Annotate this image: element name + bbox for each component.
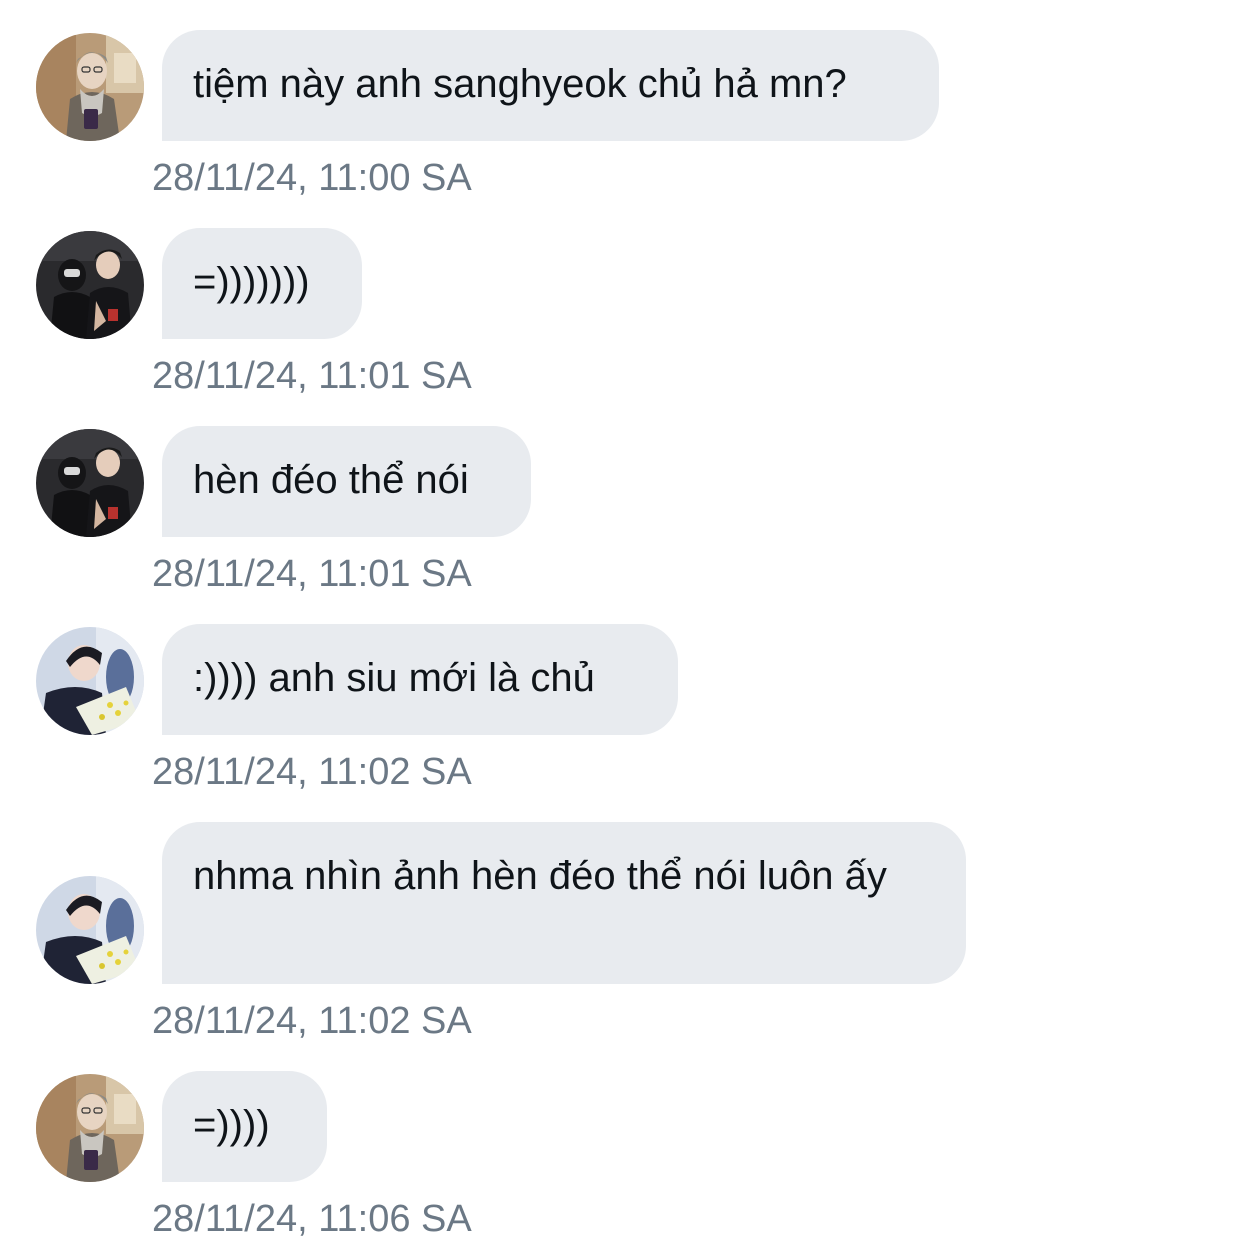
avatar[interactable] xyxy=(36,1074,144,1182)
message-bubble[interactable]: =)))) xyxy=(162,1071,327,1182)
message-timestamp: 28/11/24, 11:02 SA xyxy=(152,751,472,793)
avatar[interactable] xyxy=(36,627,144,735)
message-bubble[interactable]: =))))))) xyxy=(162,228,362,339)
message-text: =))))))) xyxy=(193,260,310,304)
message-timestamp: 28/11/24, 11:00 SA xyxy=(152,157,472,199)
avatar-1-image xyxy=(36,33,144,141)
message-bubble[interactable]: :)))) anh siu mới là chủ xyxy=(162,624,678,735)
message-timestamp: 28/11/24, 11:06 SA xyxy=(152,1198,472,1240)
message-timestamp: 28/11/24, 11:01 SA xyxy=(152,553,472,595)
message-timestamp: 28/11/24, 11:01 SA xyxy=(152,355,472,397)
message-bubble[interactable]: nhma nhìn ảnh hèn đéo thể nói luôn ấy xyxy=(162,822,966,984)
avatar-2-image xyxy=(36,429,144,537)
avatar[interactable] xyxy=(36,231,144,339)
avatar-3-image xyxy=(36,876,144,984)
avatar[interactable] xyxy=(36,429,144,537)
message-text: tiệm này anh sanghyeok chủ hả mn? xyxy=(193,62,847,106)
message-text: =)))) xyxy=(193,1103,270,1147)
avatar-2-image xyxy=(36,231,144,339)
avatar[interactable] xyxy=(36,33,144,141)
message-bubble[interactable]: hèn đéo thể nói xyxy=(162,426,531,537)
message-text: hèn đéo thể nói xyxy=(193,458,469,502)
avatar[interactable] xyxy=(36,876,144,984)
message-text: nhma nhìn ảnh hèn đéo thể nói luôn ấy xyxy=(193,854,887,898)
message-timestamp: 28/11/24, 11:02 SA xyxy=(152,1000,472,1042)
avatar-3-image xyxy=(36,627,144,735)
message-text: :)))) anh siu mới là chủ xyxy=(193,656,595,700)
avatar-1-image xyxy=(36,1074,144,1182)
message-bubble[interactable]: tiệm này anh sanghyeok chủ hả mn? xyxy=(162,30,939,141)
